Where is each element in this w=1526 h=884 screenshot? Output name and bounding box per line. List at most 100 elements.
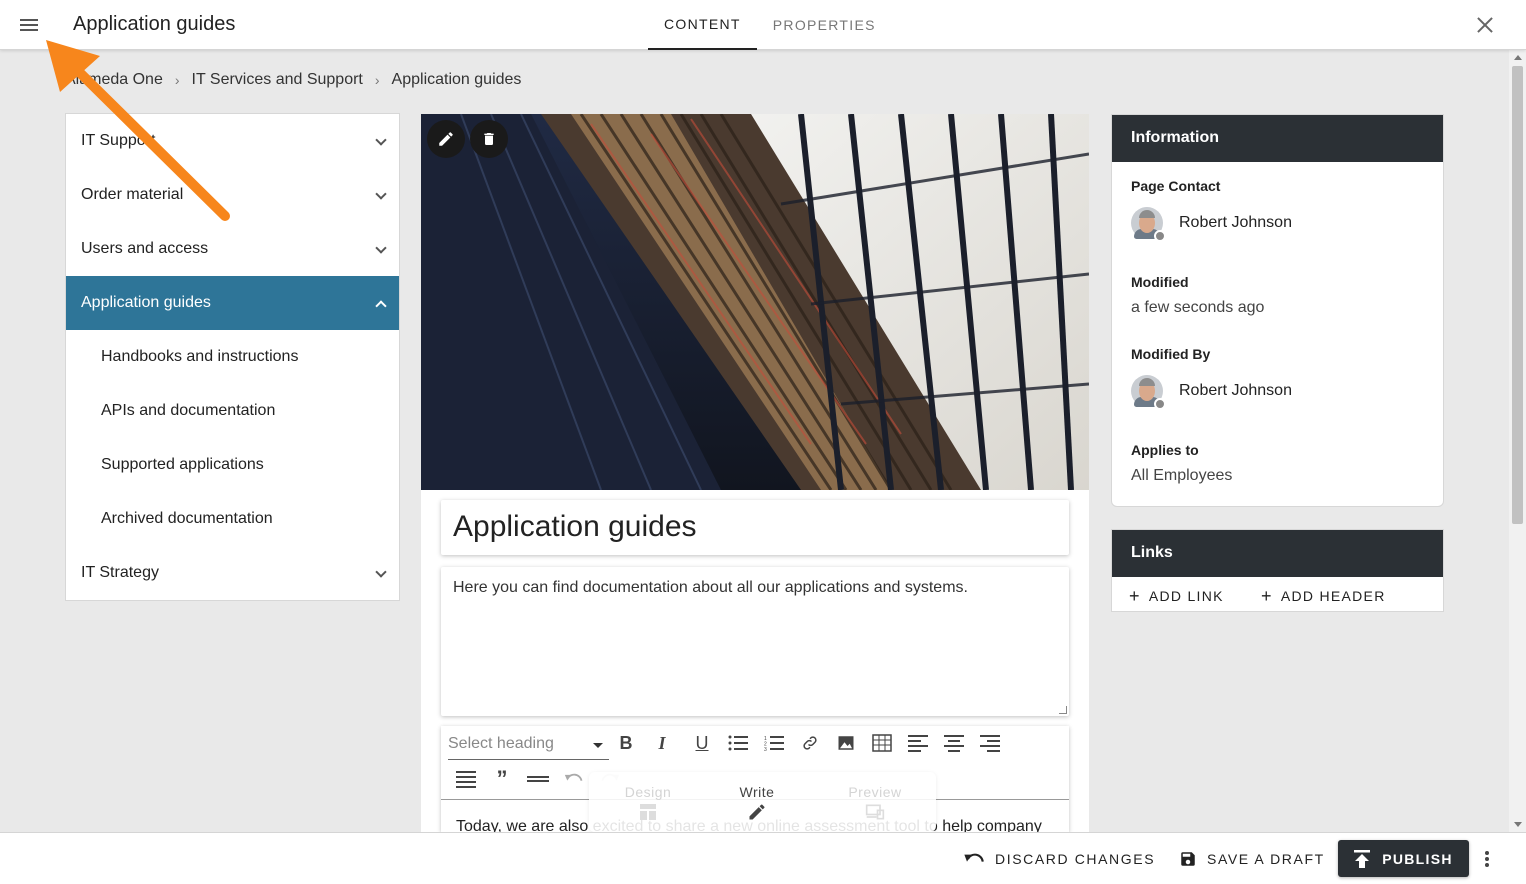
align-center-icon[interactable]	[940, 729, 968, 757]
edit-image-button[interactable]	[427, 120, 465, 158]
scroll-thumb[interactable]	[1512, 66, 1523, 524]
numbered-list-icon[interactable]: 123	[760, 729, 788, 757]
underline-icon[interactable]: U	[688, 729, 716, 757]
save-icon	[1181, 852, 1195, 866]
breadcrumb-item[interactable]: IT Services and Support	[192, 71, 363, 89]
sidebar-item-label: Application guides	[81, 294, 211, 311]
resize-handle-icon[interactable]	[1059, 706, 1067, 714]
caret-down-icon	[593, 743, 603, 748]
image-icon[interactable]	[832, 729, 860, 757]
sidebar-item-users-and-access[interactable]: Users and access	[66, 222, 399, 276]
mode-design[interactable]: Design	[598, 784, 698, 822]
table-icon[interactable]	[868, 729, 896, 757]
align-left-icon[interactable]	[904, 729, 932, 757]
mode-label: Design	[624, 784, 672, 800]
information-panel: Information Page Contact Robert Johnson …	[1111, 114, 1444, 507]
plus-icon: +	[1129, 586, 1141, 606]
italic-icon[interactable]: I	[648, 729, 676, 757]
modified-label: Modified	[1131, 274, 1189, 290]
sidebar-item-it-support[interactable]: IT Support	[66, 114, 399, 168]
modified-by-label: Modified By	[1131, 346, 1211, 362]
more-options-icon[interactable]	[1480, 849, 1494, 869]
horizontal-rule-icon[interactable]	[524, 765, 552, 793]
devices-icon	[865, 804, 885, 820]
sidebar-item-label: IT Support	[81, 132, 156, 149]
undo-icon[interactable]	[560, 765, 588, 793]
applies-to-label: Applies to	[1131, 442, 1199, 458]
action-bar: DISCARD CHANGES SAVE A DRAFT PUBLISH	[0, 832, 1526, 884]
chevron-up-icon[interactable]	[375, 300, 387, 312]
undo-icon	[964, 853, 984, 862]
bullet-list-icon[interactable]	[724, 729, 752, 757]
chevron-down-icon[interactable]	[375, 242, 387, 254]
publish-button[interactable]: PUBLISH	[1338, 840, 1469, 877]
publish-icon	[1354, 849, 1371, 868]
sidebar-item-label: Handbooks and instructions	[101, 348, 299, 365]
description-text: Here you can find documentation about al…	[453, 579, 968, 596]
scroll-down-icon[interactable]	[1514, 822, 1522, 827]
top-bar: Application guides CONTENT PROPERTIES	[0, 0, 1526, 50]
sidebar-item-label: Archived documentation	[101, 510, 273, 527]
save-draft-button[interactable]: SAVE A DRAFT	[1179, 833, 1325, 884]
sidebar-item-order-material[interactable]: Order material	[66, 168, 399, 222]
tab-content[interactable]: CONTENT	[648, 0, 757, 50]
sidebar-item-label: APIs and documentation	[101, 402, 276, 419]
hero-image	[421, 114, 1089, 490]
heading-select[interactable]: Select heading	[448, 730, 609, 760]
add-header-button[interactable]: + ADD HEADER	[1261, 586, 1386, 607]
sidebar-item-label: Users and access	[81, 240, 209, 257]
bold-icon[interactable]: B	[612, 729, 640, 757]
chevron-down-icon[interactable]	[375, 566, 387, 578]
breadcrumb-separator-icon: ›	[374, 72, 380, 88]
delete-image-button[interactable]	[470, 120, 508, 158]
publish-label: PUBLISH	[1382, 850, 1453, 867]
page-contact-person[interactable]: Robert Johnson	[1131, 207, 1292, 242]
mode-preview[interactable]: Preview	[825, 784, 925, 822]
mode-label: Preview	[848, 784, 902, 800]
status-icon	[1154, 230, 1166, 242]
menu-icon[interactable]	[16, 14, 42, 36]
tab-bar: CONTENT PROPERTIES	[648, 0, 892, 50]
mode-write[interactable]: Write	[707, 784, 807, 822]
breadcrumb-item[interactable]: Alameda One	[65, 71, 163, 89]
scrollbar[interactable]	[1509, 50, 1526, 832]
sidebar-subitem-supported-apps[interactable]: Supported applications	[66, 438, 399, 492]
sidebar-subitem-handbooks[interactable]: Handbooks and instructions	[66, 330, 399, 384]
plus-icon: +	[1261, 586, 1273, 606]
scroll-up-icon[interactable]	[1514, 55, 1522, 60]
library-photo	[421, 114, 1089, 490]
page-contact-label: Page Contact	[1131, 178, 1221, 194]
page-title: Application guides	[73, 13, 236, 35]
modified-by-name: Robert Johnson	[1179, 382, 1292, 399]
pencil-icon	[749, 804, 765, 820]
add-link-button[interactable]: + ADD LINK	[1129, 586, 1224, 607]
sidebar-subitem-apis[interactable]: APIs and documentation	[66, 384, 399, 438]
quote-icon[interactable]: ”	[488, 765, 516, 793]
avatar	[1131, 207, 1166, 242]
sidebar-item-application-guides[interactable]: Application guides	[66, 276, 399, 330]
information-panel-title: Information	[1112, 115, 1443, 162]
breadcrumb: Alameda One › IT Services and Support › …	[65, 71, 521, 89]
add-header-label: ADD HEADER	[1280, 588, 1386, 604]
links-panel-title: Links	[1112, 530, 1443, 577]
tab-properties[interactable]: PROPERTIES	[757, 0, 892, 50]
sidebar-item-it-strategy[interactable]: IT Strategy	[66, 546, 399, 600]
sidebar-item-label: Order material	[81, 186, 184, 203]
breadcrumb-item-current: Application guides	[391, 71, 522, 88]
add-link-label: ADD LINK	[1148, 588, 1224, 604]
align-right-icon[interactable]	[976, 729, 1004, 757]
discard-changes-button[interactable]: DISCARD CHANGES	[963, 833, 1155, 884]
sidebar-nav: IT Support Order material Users and acce…	[65, 113, 400, 601]
status-icon	[1154, 398, 1166, 410]
chevron-down-icon[interactable]	[375, 134, 387, 146]
close-icon[interactable]	[1474, 14, 1496, 36]
page-contact-name: Robert Johnson	[1179, 214, 1292, 231]
chevron-down-icon[interactable]	[375, 188, 387, 200]
justify-icon[interactable]	[452, 765, 480, 793]
description-field[interactable]: Here you can find documentation about al…	[441, 567, 1069, 716]
link-icon[interactable]	[796, 729, 824, 757]
page-title-field[interactable]: Application guides	[441, 500, 1069, 555]
modified-by-person[interactable]: Robert Johnson	[1131, 375, 1292, 410]
modified-value: a few seconds ago	[1131, 299, 1265, 316]
sidebar-subitem-archived[interactable]: Archived documentation	[66, 492, 399, 546]
